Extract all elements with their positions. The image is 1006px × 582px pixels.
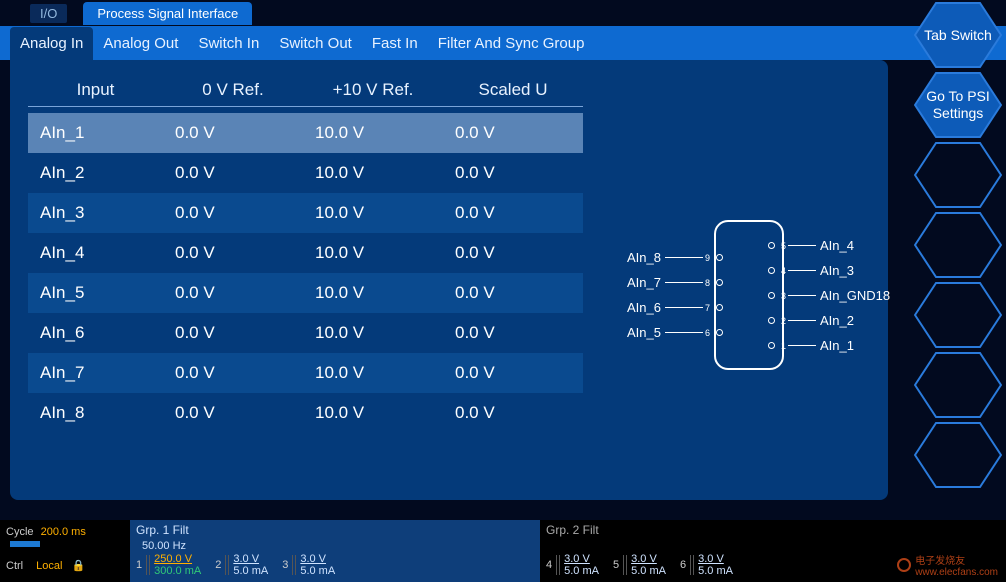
group-2-title: Grp. 2 Filt bbox=[546, 523, 934, 537]
softkey-column: Tab SwitchGo To PSISettings bbox=[914, 2, 1002, 488]
table-row[interactable]: AIn_40.0 V10.0 V0.0 V bbox=[28, 233, 583, 273]
connector-pin-ain_4: 5AIn_4 bbox=[764, 238, 854, 253]
table-row[interactable]: AIn_60.0 V10.0 V0.0 V bbox=[28, 313, 583, 353]
group-1-panel[interactable]: Grp. 1 Filt 50.00 Hz 1250.0 V300.0 mA 23.… bbox=[130, 520, 540, 582]
cell-scaled: 0.0 V bbox=[443, 163, 583, 183]
lock-icon: 🔒 bbox=[72, 559, 86, 572]
channel-4[interactable]: 43.0 V5.0 mA bbox=[546, 553, 599, 577]
softkey-empty-4 bbox=[914, 282, 1002, 348]
mini-tab-io[interactable]: I/O bbox=[30, 4, 67, 23]
softkey-empty-2 bbox=[914, 142, 1002, 208]
cell-input: AIn_6 bbox=[28, 323, 163, 343]
cell-scaled: 0.0 V bbox=[443, 363, 583, 383]
connector-pin-ain_gnd18: 3AIn_GND18 bbox=[764, 288, 890, 303]
col-ref10v: +10 V Ref. bbox=[303, 80, 443, 100]
tab-switch-in[interactable]: Switch In bbox=[188, 27, 269, 60]
cell-ref10: 10.0 V bbox=[303, 363, 443, 383]
tab-switch-out[interactable]: Switch Out bbox=[269, 27, 362, 60]
channel-5[interactable]: 53.0 V5.0 mA bbox=[613, 553, 666, 577]
group-2-panel[interactable]: Grp. 2 Filt 43.0 V5.0 mA 53.0 V5.0 mA 63.0… bbox=[540, 520, 940, 582]
connector-pin-ain_5: AIn_56 bbox=[619, 325, 727, 340]
ctrl-value: Local bbox=[36, 560, 62, 572]
connector-pin-ain_1: 1AIn_1 bbox=[764, 338, 854, 353]
cell-ref0: 0.0 V bbox=[163, 243, 303, 263]
col-input: Input bbox=[28, 80, 163, 100]
cell-ref10: 10.0 V bbox=[303, 243, 443, 263]
cell-ref10: 10.0 V bbox=[303, 163, 443, 183]
cell-input: AIn_1 bbox=[28, 123, 163, 143]
cell-scaled: 0.0 V bbox=[443, 323, 583, 343]
cell-ref0: 0.0 V bbox=[163, 123, 303, 143]
cell-ref10: 10.0 V bbox=[303, 403, 443, 423]
cell-ref10: 10.0 V bbox=[303, 203, 443, 223]
cell-ref10: 10.0 V bbox=[303, 123, 443, 143]
col-scaled: Scaled U bbox=[443, 80, 583, 100]
watermark: 电子发烧友 www.elecfans.com bbox=[897, 552, 998, 578]
cell-scaled: 0.0 V bbox=[443, 123, 583, 143]
table-row[interactable]: AIn_20.0 V10.0 V0.0 V bbox=[28, 153, 583, 193]
group-1-title: Grp. 1 Filt bbox=[136, 523, 534, 537]
connector-pin-ain_2: 2AIn_2 bbox=[764, 313, 854, 328]
cycle-label: Cycle bbox=[6, 526, 34, 538]
channel-6[interactable]: 63.0 V5.0 mA bbox=[680, 553, 733, 577]
softkey-empty-3 bbox=[914, 212, 1002, 278]
cell-input: AIn_5 bbox=[28, 283, 163, 303]
softkey-empty-5 bbox=[914, 352, 1002, 418]
cell-scaled: 0.0 V bbox=[443, 403, 583, 423]
cell-ref0: 0.0 V bbox=[163, 323, 303, 343]
group-1-freq: 50.00 Hz bbox=[142, 540, 534, 552]
cell-input: AIn_4 bbox=[28, 243, 163, 263]
status-bar: Cycle 200.0 ms Ctrl Local 🔒 Grp. 1 Filt … bbox=[0, 520, 1006, 582]
connector-pin-ain_6: AIn_67 bbox=[619, 300, 727, 315]
channel-3[interactable]: 33.0 V5.0 mA bbox=[282, 553, 335, 577]
main-tab-psi[interactable]: Process Signal Interface bbox=[83, 2, 252, 25]
channel-2[interactable]: 23.0 V5.0 mA bbox=[215, 553, 268, 577]
cell-ref0: 0.0 V bbox=[163, 203, 303, 223]
cell-input: AIn_8 bbox=[28, 403, 163, 423]
cell-ref10: 10.0 V bbox=[303, 283, 443, 303]
cell-input: AIn_2 bbox=[28, 163, 163, 183]
cell-ref0: 0.0 V bbox=[163, 363, 303, 383]
cell-ref0: 0.0 V bbox=[163, 403, 303, 423]
tab-fast-in[interactable]: Fast In bbox=[362, 27, 428, 60]
softkey-empty-6 bbox=[914, 422, 1002, 488]
cell-scaled: 0.0 V bbox=[443, 283, 583, 303]
connector-pin-ain_7: AIn_78 bbox=[619, 275, 727, 290]
cell-ref0: 0.0 V bbox=[163, 163, 303, 183]
ctrl-label: Ctrl bbox=[6, 560, 23, 572]
cell-scaled: 0.0 V bbox=[443, 203, 583, 223]
connector-diagram: AIn_89AIn_78AIn_67AIn_565AIn_44AIn_33AIn… bbox=[619, 120, 879, 480]
elecfans-logo-icon bbox=[897, 558, 911, 572]
cell-ref10: 10.0 V bbox=[303, 323, 443, 343]
cell-ref0: 0.0 V bbox=[163, 283, 303, 303]
cycle-value: 200.0 ms bbox=[41, 526, 86, 538]
cell-input: AIn_3 bbox=[28, 203, 163, 223]
cell-input: AIn_7 bbox=[28, 363, 163, 383]
cell-scaled: 0.0 V bbox=[443, 243, 583, 263]
tab-analog-in[interactable]: Analog In bbox=[10, 27, 93, 60]
table-row[interactable]: AIn_10.0 V10.0 V0.0 V bbox=[28, 113, 583, 153]
table-row[interactable]: AIn_70.0 V10.0 V0.0 V bbox=[28, 353, 583, 393]
table-row[interactable]: AIn_30.0 V10.0 V0.0 V bbox=[28, 193, 583, 233]
softkey-go-to-psi-settings[interactable]: Go To PSISettings bbox=[914, 72, 1002, 138]
sub-tab-bar: Analog InAnalog OutSwitch InSwitch OutFa… bbox=[0, 26, 1006, 60]
table-row[interactable]: AIn_80.0 V10.0 V0.0 V bbox=[28, 393, 583, 433]
analog-in-pane: Input 0 V Ref. +10 V Ref. Scaled U AIn_1… bbox=[10, 60, 888, 500]
connector-pin-ain_8: AIn_89 bbox=[619, 250, 727, 265]
cycle-bar-icon bbox=[10, 541, 40, 547]
analog-in-table: Input 0 V Ref. +10 V Ref. Scaled U AIn_1… bbox=[28, 80, 583, 480]
tab-analog-out[interactable]: Analog Out bbox=[93, 27, 188, 60]
connector-pin-ain_3: 4AIn_3 bbox=[764, 263, 854, 278]
channel-1[interactable]: 1250.0 V300.0 mA bbox=[136, 553, 201, 577]
col-ref0v: 0 V Ref. bbox=[163, 80, 303, 100]
softkey-tab-switch[interactable]: Tab Switch bbox=[914, 2, 1002, 68]
table-row[interactable]: AIn_50.0 V10.0 V0.0 V bbox=[28, 273, 583, 313]
tab-filter-and-sync-group[interactable]: Filter And Sync Group bbox=[428, 27, 595, 60]
